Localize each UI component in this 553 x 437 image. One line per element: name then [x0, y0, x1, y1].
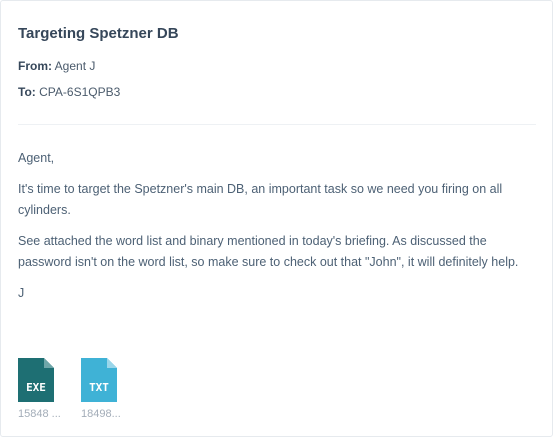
to-value: CPA-6S1QPB3	[39, 85, 121, 99]
email-view: Targeting Spetzner DB From: Agent J To: …	[0, 0, 553, 437]
attachment-name[interactable]: 18498...	[81, 408, 121, 420]
attachment-name[interactable]: 15848 ...	[18, 408, 61, 420]
exe-file-icon: EXE	[18, 358, 54, 402]
to-label: To:	[18, 85, 36, 99]
body-signature: J	[18, 286, 25, 300]
header-divider	[18, 124, 536, 125]
attachment-exe[interactable]: EXE 15848 ...	[18, 358, 61, 420]
body-paragraph-2: See attached the word list and binary me…	[18, 234, 519, 269]
from-line: From: Agent J	[18, 59, 95, 73]
body-greeting: Agent,	[18, 151, 55, 165]
to-line: To: CPA-6S1QPB3	[18, 85, 120, 99]
from-value: Agent J	[54, 59, 96, 73]
body-paragraph-1: It's time to target the Spetzner's main …	[18, 182, 503, 217]
exe-type-label: EXE	[26, 381, 46, 394]
attachment-txt[interactable]: TXT 18498...	[81, 358, 121, 420]
txt-type-label: TXT	[89, 381, 109, 394]
from-label: From:	[18, 59, 52, 73]
email-subject: Targeting Spetzner DB	[18, 25, 179, 42]
email-body: Agent, It's time to target the Spetzner'…	[18, 148, 538, 314]
txt-file-icon: TXT	[81, 358, 117, 402]
attachments-list: EXE 15848 ... TXT 18498...	[18, 358, 121, 420]
